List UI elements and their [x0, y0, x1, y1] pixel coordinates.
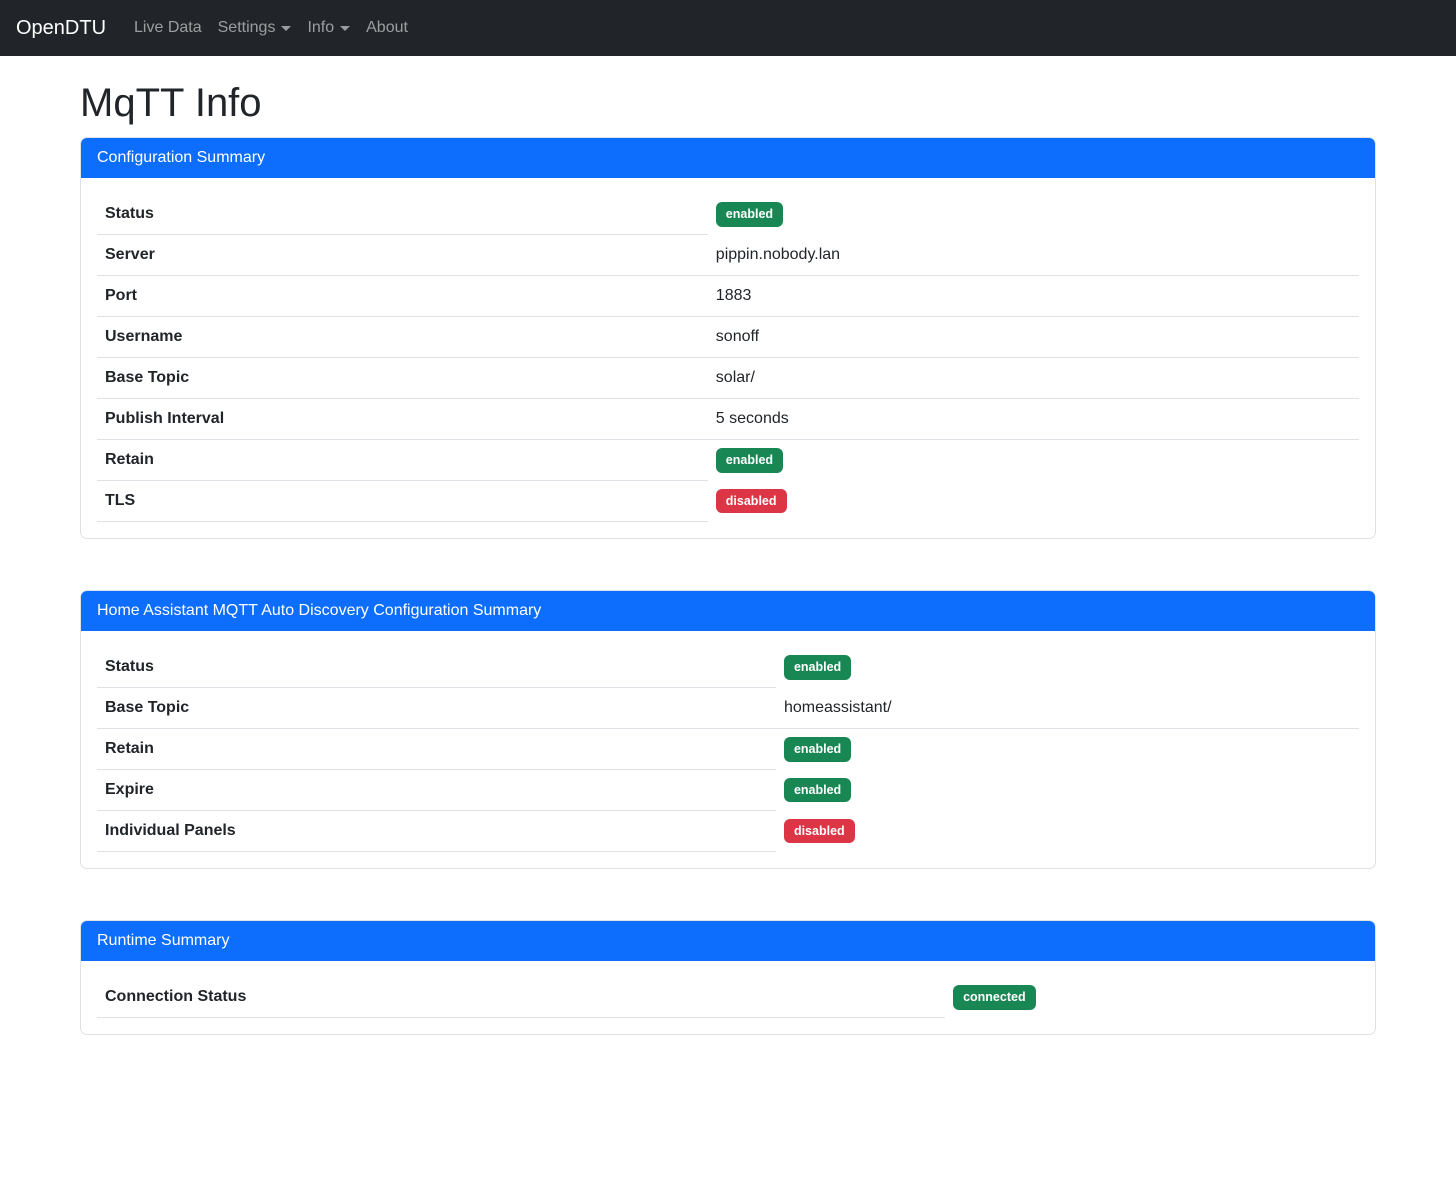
row-value: 1883	[708, 276, 1359, 317]
status-badge: disabled	[716, 489, 787, 514]
row-value: homeassistant/	[776, 688, 1359, 729]
row-label: Individual Panels	[97, 811, 776, 852]
main-content: Configuration Summary Status enabled Server…	[80, 137, 1376, 1035]
table-row-publish-interval: Publish Interval5 seconds	[97, 399, 1359, 440]
table-row-port: Port1883	[97, 276, 1359, 317]
row-label: Status	[97, 194, 708, 235]
table-row-base-topic: Base Topicsolar/	[97, 358, 1359, 399]
table-row-username: Usernamesonoff	[97, 317, 1359, 358]
card-home-assistant-mqtt-auto-discovery-configuration-summary: Home Assistant MQTT Auto Discovery Confi…	[80, 590, 1376, 869]
table-row-individual-panels: Individual Panels disabled	[97, 811, 1359, 852]
top-navbar: OpenDTU Live DataSettingsInfoAbout	[0, 0, 1456, 56]
navbar-nav: Live DataSettingsInfoAbout	[126, 8, 416, 48]
row-value: enabled	[708, 194, 1359, 235]
status-badge: enabled	[784, 655, 851, 680]
row-value: solar/	[708, 358, 1359, 399]
row-label: Connection Status	[97, 977, 945, 1018]
summary-table: Status enabled Base Topichomeassistant/Ret…	[97, 647, 1359, 852]
nav-item-info: Info	[299, 8, 358, 48]
row-value: enabled	[708, 440, 1359, 481]
row-label: Retain	[97, 440, 708, 481]
table-row-tls: TLS disabled	[97, 481, 1359, 522]
table-row-retain: Retain enabled	[97, 729, 1359, 770]
row-value: enabled	[776, 647, 1359, 688]
row-label: Publish Interval	[97, 399, 708, 440]
card-body: Status enabled Serverpippin.nobody.lanPort…	[81, 178, 1375, 538]
page-title: MqTT Info	[80, 79, 1376, 127]
row-label: Port	[97, 276, 708, 317]
nav-item-live-data: Live Data	[126, 8, 210, 48]
row-value: disabled	[776, 811, 1359, 852]
card-body: Status enabled Base Topichomeassistant/Ret…	[81, 631, 1375, 868]
status-badge: connected	[953, 985, 1036, 1010]
chevron-down-icon	[340, 26, 350, 31]
status-badge: enabled	[716, 448, 783, 473]
status-badge: enabled	[784, 778, 851, 803]
card-header-runtime-summary: Runtime Summary	[81, 921, 1375, 961]
nav-link-settings[interactable]: Settings	[210, 8, 300, 48]
nav-item-settings: Settings	[210, 8, 300, 48]
navbar-brand[interactable]: OpenDTU	[16, 13, 106, 43]
row-label: Username	[97, 317, 708, 358]
row-value: enabled	[776, 729, 1359, 770]
row-value: disabled	[708, 481, 1359, 522]
card-header-home-assistant-mqtt-auto-discovery-configuration-summary: Home Assistant MQTT Auto Discovery Confi…	[81, 591, 1375, 631]
card-body: Connection Status connected	[81, 961, 1375, 1034]
nav-item-about: About	[358, 8, 416, 48]
row-value: sonoff	[708, 317, 1359, 358]
table-row-expire: Expire enabled	[97, 770, 1359, 811]
row-value: pippin.nobody.lan	[708, 235, 1359, 276]
row-value: 5 seconds	[708, 399, 1359, 440]
status-badge: enabled	[784, 737, 851, 762]
nav-link-info[interactable]: Info	[299, 8, 358, 48]
row-label: Base Topic	[97, 358, 708, 399]
row-label: Retain	[97, 729, 776, 770]
row-label: TLS	[97, 481, 708, 522]
main-container: MqTT Info Configuration Summary Status ena…	[68, 56, 1388, 1083]
row-label: Expire	[97, 770, 776, 811]
row-label: Base Topic	[97, 688, 776, 729]
table-row-base-topic: Base Topichomeassistant/	[97, 688, 1359, 729]
nav-link-about[interactable]: About	[358, 8, 416, 48]
status-badge: enabled	[716, 202, 783, 227]
row-label: Server	[97, 235, 708, 276]
table-row-connection-status: Connection Status connected	[97, 977, 1359, 1018]
card-header-configuration-summary: Configuration Summary	[81, 138, 1375, 178]
nav-link-live-data[interactable]: Live Data	[126, 8, 210, 48]
table-row-retain: Retain enabled	[97, 440, 1359, 481]
table-row-status: Status enabled	[97, 647, 1359, 688]
table-row-server: Serverpippin.nobody.lan	[97, 235, 1359, 276]
row-value: connected	[945, 977, 1359, 1018]
status-badge: disabled	[784, 819, 855, 844]
card-configuration-summary: Configuration Summary Status enabled Server…	[80, 137, 1376, 539]
table-row-status: Status enabled	[97, 194, 1359, 235]
card-runtime-summary: Runtime Summary Connection Status connecte…	[80, 920, 1376, 1035]
summary-table: Status enabled Serverpippin.nobody.lanPort…	[97, 194, 1359, 522]
row-value: enabled	[776, 770, 1359, 811]
row-label: Status	[97, 647, 776, 688]
chevron-down-icon	[281, 26, 291, 31]
summary-table: Connection Status connected	[97, 977, 1359, 1018]
